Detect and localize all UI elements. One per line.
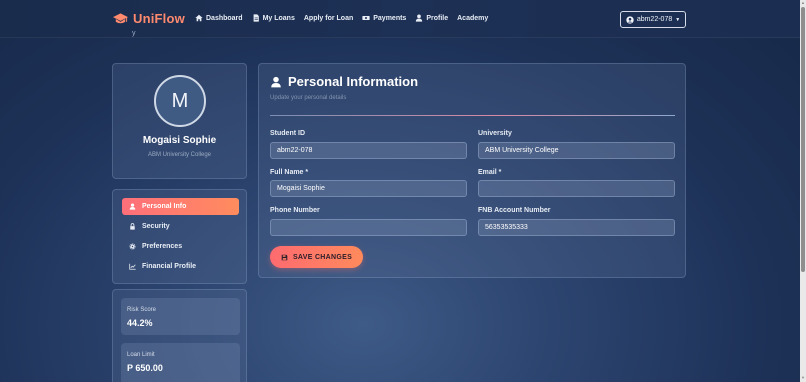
file-icon	[253, 14, 259, 22]
breadcrumb: y	[132, 30, 136, 37]
nav-label: Dashboard	[206, 14, 243, 22]
risk-score-box: Risk Score 44.2%	[121, 298, 240, 335]
personal-info-card: Personal Information Update your persona…	[258, 63, 686, 278]
menu-item-financial-profile[interactable]: Financial Profile	[122, 258, 239, 275]
student-id-field[interactable]: abm22-078	[270, 142, 467, 159]
avatar: M	[154, 75, 206, 127]
nav-academy[interactable]: Academy	[457, 14, 488, 22]
scroll-down-arrow-icon[interactable]: ▼	[800, 375, 806, 381]
brand-logo[interactable]: UniFlow	[113, 11, 185, 26]
scroll-thumb[interactable]	[801, 7, 805, 272]
section-divider	[270, 115, 675, 116]
student-id-label: Student ID	[270, 130, 305, 137]
section-title: Personal Information	[270, 74, 418, 89]
nav-profile[interactable]: Profile	[415, 14, 448, 22]
profile-card: M Mogaisi Sophie ABM University College	[112, 63, 247, 179]
user-circle-icon	[626, 15, 634, 24]
money-icon	[362, 16, 370, 20]
menu-item-label: Security	[142, 223, 170, 230]
profile-university: ABM University College	[147, 152, 212, 158]
chevron-down-icon: ▼	[675, 16, 681, 23]
brand-name: UniFlow	[133, 11, 185, 26]
menu-item-personal-info[interactable]: Personal Info	[122, 198, 239, 215]
home-icon	[195, 14, 203, 22]
section-subtitle: Update your personal details	[270, 95, 347, 101]
email-label: Email *	[478, 169, 502, 176]
lock-icon	[130, 223, 135, 230]
risk-score-label: Risk Score	[127, 307, 157, 313]
menu-item-label: Personal Info	[142, 203, 187, 210]
user-icon	[271, 76, 281, 87]
page-scrollbar[interactable]: ▲ ▼	[800, 0, 806, 382]
save-icon	[281, 254, 288, 260]
phone-field[interactable]	[270, 219, 467, 236]
user-icon	[416, 14, 423, 22]
nav-payments[interactable]: Payments	[362, 14, 406, 22]
full-name-field[interactable]: Mogaisi Sophie	[270, 180, 467, 197]
profile-name: Mogaisi Sophie	[142, 135, 217, 146]
full-name-label: Full Name *	[270, 169, 309, 176]
nav-label: My Loans	[262, 14, 295, 22]
section-title-text: Personal Information	[288, 74, 419, 89]
menu-item-label: Preferences	[142, 243, 183, 250]
main-nav: Dashboard My Loans Apply for Loan Paymen…	[195, 14, 488, 22]
nav-label: Payments	[373, 14, 407, 22]
nav-label: Academy	[457, 14, 489, 22]
scroll-up-arrow-icon[interactable]: ▲	[800, 0, 806, 6]
menu-item-security[interactable]: Security	[122, 218, 239, 235]
fnb-account-label: FNB Account Number	[478, 207, 551, 214]
user-menu-button[interactable]: abm22-078 ▼	[620, 11, 686, 28]
nav-apply-for-loan[interactable]: Apply for Loan	[304, 14, 353, 22]
risk-score-value: 44.2%	[127, 318, 153, 328]
university-label: University	[478, 130, 512, 137]
nav-dashboard[interactable]: Dashboard	[195, 14, 243, 22]
graduation-cap-icon	[113, 12, 128, 23]
chart-icon	[129, 263, 136, 270]
nav-label: Apply for Loan	[303, 14, 354, 22]
loan-limit-label: Loan Limit	[127, 352, 155, 358]
user-menu-label: abm22-078	[636, 16, 673, 23]
save-changes-button[interactable]: SAVE CHANGES	[270, 246, 363, 268]
menu-item-preferences[interactable]: Preferences	[122, 238, 239, 255]
top-navbar: UniFlow Dashboard My Loans Apply for Loa…	[0, 0, 800, 38]
loan-limit-box: Loan Limit P 650.00	[121, 343, 240, 382]
menu-item-label: Financial Profile	[142, 263, 197, 270]
settings-menu: Personal Info Security Preferences Finan…	[112, 189, 247, 284]
loan-limit-value: P 650.00	[127, 363, 163, 373]
gear-icon	[129, 243, 136, 250]
user-icon	[129, 203, 136, 210]
phone-label: Phone Number	[270, 207, 320, 214]
nav-label: Profile	[426, 14, 449, 22]
fnb-account-field[interactable]: 56353535333	[478, 219, 675, 236]
email-field[interactable]	[478, 180, 675, 197]
university-field[interactable]: ABM University College	[478, 142, 675, 159]
stats-card: Risk Score 44.2% Loan Limit P 650.00	[112, 289, 247, 382]
nav-my-loans[interactable]: My Loans	[252, 14, 295, 22]
save-changes-label: SAVE CHANGES	[292, 253, 353, 261]
